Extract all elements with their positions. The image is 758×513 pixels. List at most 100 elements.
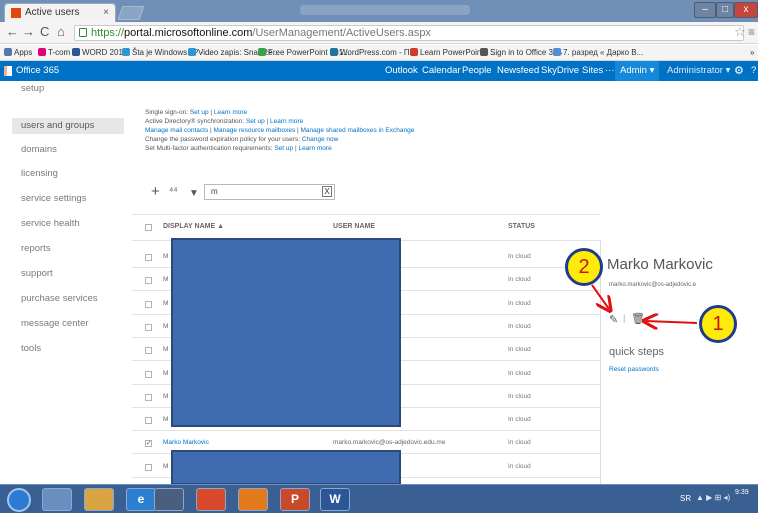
search-input[interactable]: m xyxy=(204,184,335,200)
tray-icons[interactable]: ▲ ▶ ⊞ ◂) xyxy=(696,493,730,502)
leftnav-setup[interactable]: setup xyxy=(21,83,44,94)
row-checkbox[interactable] xyxy=(145,347,152,354)
row-checkbox[interactable] xyxy=(145,417,152,424)
close-window-button[interactable]: x xyxy=(734,2,758,18)
edit-pencil-icon[interactable]: ✎ xyxy=(609,313,618,326)
col-user-name[interactable]: USER NAME xyxy=(333,223,375,230)
row-checkbox[interactable] xyxy=(145,277,152,284)
sso-learn-more-link[interactable]: Learn more xyxy=(214,109,247,116)
ad-sync-setup-link[interactable]: Set up xyxy=(246,118,265,125)
bookmark-item[interactable]: WordPress.com - П... xyxy=(330,45,416,60)
cell-name[interactable]: M xyxy=(163,370,168,377)
ie-icon[interactable]: e xyxy=(126,488,156,511)
home-icon[interactable]: ⌂ xyxy=(57,24,65,39)
leftnav-users-and-groups[interactable]: users and groups xyxy=(12,118,124,134)
new-tab-button[interactable] xyxy=(117,6,145,20)
leftnav-support[interactable]: support xyxy=(21,268,53,279)
manage-shared-mailboxes-link[interactable]: Manage shared mailboxes in Exchange xyxy=(301,127,415,134)
bookmark-item[interactable]: WORD 2010 xyxy=(72,45,127,60)
nav-calendar[interactable]: Calendar xyxy=(422,61,461,81)
leftnav-purchase-services[interactable]: purchase services xyxy=(21,293,98,304)
nav-more[interactable]: ··· xyxy=(605,61,615,81)
leftnav-tools[interactable]: tools xyxy=(21,343,41,354)
arrow-to-delete xyxy=(646,321,698,323)
browser-menu-icon[interactable]: ≡ xyxy=(748,25,755,39)
leftnav-service-settings[interactable]: service settings xyxy=(21,193,86,204)
row-checkbox[interactable]: ✓ xyxy=(145,440,152,447)
cell-name[interactable]: M xyxy=(163,463,168,470)
leftnav-message-center[interactable]: message center xyxy=(21,318,89,329)
bookmark-favicon-icon xyxy=(330,48,338,56)
mfa-setup-link[interactable]: Set up xyxy=(274,145,293,152)
bookmark-item[interactable]: Apps xyxy=(4,45,32,60)
filter-icon[interactable]: ▼ xyxy=(189,186,199,201)
manage-resource-mailboxes-link[interactable]: Manage resource mailboxes xyxy=(214,127,296,134)
row-checkbox[interactable] xyxy=(145,254,152,261)
reload-icon[interactable]: C xyxy=(40,24,49,39)
cell-name[interactable]: M xyxy=(163,276,168,283)
word-icon[interactable]: W xyxy=(320,488,350,511)
reset-passwords-link[interactable]: Reset passwords xyxy=(609,366,659,373)
leftnav-licensing[interactable]: licensing xyxy=(21,168,58,179)
leftnav-service-health[interactable]: service health xyxy=(21,218,80,229)
minimize-button[interactable]: – xyxy=(694,2,716,18)
cell-name[interactable]: M xyxy=(163,300,168,307)
maximize-button[interactable]: □ xyxy=(716,2,734,18)
language-indicator[interactable]: SR xyxy=(680,494,691,503)
mfa-learn-more-link[interactable]: Learn more xyxy=(298,145,331,152)
nav-outlook[interactable]: Outlook xyxy=(385,61,418,81)
bookmark-item[interactable]: 7. разред « Дарко В... xyxy=(553,45,643,60)
leftnav-reports[interactable]: reports xyxy=(21,243,51,254)
help-icon[interactable]: ? xyxy=(751,61,756,81)
cell-name[interactable]: Marko Markovic xyxy=(163,439,209,446)
nav-newsfeed[interactable]: Newsfeed xyxy=(497,61,539,81)
bookmark-star-icon[interactable]: ☆ xyxy=(734,24,746,40)
forward-icon[interactable]: → xyxy=(22,24,35,39)
explorer-icon[interactable] xyxy=(42,488,72,511)
row-checkbox[interactable] xyxy=(145,464,152,471)
start-button-icon[interactable] xyxy=(7,488,31,512)
bookmark-item[interactable]: T-com xyxy=(38,45,70,60)
change-now-link[interactable]: Change now xyxy=(302,136,339,143)
cell-name[interactable]: M xyxy=(163,416,168,423)
row-checkbox[interactable] xyxy=(145,394,152,401)
clock[interactable]: 9:39 xyxy=(735,489,749,496)
cell-status: In cloud xyxy=(508,370,531,377)
file-manager-icon[interactable] xyxy=(84,488,114,511)
nav-admin[interactable]: Admin ▾ xyxy=(615,61,660,81)
cell-name[interactable]: M xyxy=(163,323,168,330)
chrome-icon[interactable] xyxy=(196,488,226,511)
select-all-checkbox[interactable] xyxy=(145,224,152,231)
bookmarks-more-icon[interactable]: » xyxy=(750,45,754,60)
firefox-icon[interactable] xyxy=(238,488,268,511)
url-input[interactable]: https://portal.microsoftonline.com/UserM… xyxy=(74,25,744,41)
leftnav-domains[interactable]: domains xyxy=(21,144,57,155)
nav-skydrive[interactable]: SkyDrive xyxy=(541,61,579,81)
cell-name[interactable]: M xyxy=(163,393,168,400)
cell-name[interactable]: M xyxy=(163,253,168,260)
row-checkbox[interactable] xyxy=(145,371,152,378)
user-menu[interactable]: Administrator ▾ xyxy=(667,61,730,81)
back-icon[interactable]: ← xyxy=(6,24,19,39)
col-status[interactable]: STATUS xyxy=(508,223,535,230)
media-icon[interactable] xyxy=(154,488,184,511)
row-checkbox[interactable] xyxy=(145,324,152,331)
tab-close-icon[interactable]: × xyxy=(103,4,109,21)
settings-gear-icon[interactable]: ⚙ xyxy=(734,61,744,81)
add-user-button[interactable]: + xyxy=(151,184,160,199)
delete-trash-icon[interactable]: 🗑 xyxy=(631,312,645,325)
bulk-add-icon[interactable]: ⁴⁴ xyxy=(169,184,178,199)
cell-name[interactable]: M xyxy=(163,346,168,353)
manage-mail-contacts-link[interactable]: Manage mail contacts xyxy=(145,127,208,134)
nav-people[interactable]: People xyxy=(462,61,492,81)
ad-sync-learn-more-link[interactable]: Learn more xyxy=(270,118,303,125)
clear-search-button[interactable]: X xyxy=(322,186,332,197)
sso-setup-link[interactable]: Set up xyxy=(190,109,209,116)
row-checkbox[interactable] xyxy=(145,301,152,308)
browser-tab[interactable]: Active users × xyxy=(4,3,116,22)
office365-brand[interactable]: Office 365 xyxy=(16,61,59,81)
col-display-name[interactable]: DISPLAY NAME ▲ xyxy=(163,223,224,230)
powerpoint-icon[interactable]: P xyxy=(280,488,310,511)
nav-sites[interactable]: Sites xyxy=(582,61,603,81)
bookmark-item[interactable]: Sign in to Office 365 xyxy=(480,45,562,60)
